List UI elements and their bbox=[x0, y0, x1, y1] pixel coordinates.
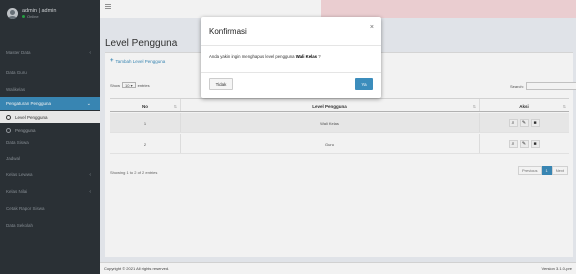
close-icon[interactable]: × bbox=[370, 24, 374, 31]
confirm-dialog: Konfirmasi × Anda yakin ingin menghapus … bbox=[201, 17, 381, 98]
divider bbox=[201, 72, 381, 73]
dialog-message-target: Wali Kelas bbox=[295, 54, 318, 59]
dialog-message-prefix: Anda yakin ingin menghapus level penggun… bbox=[209, 54, 296, 59]
confirm-button[interactable]: Ya bbox=[355, 78, 373, 90]
dialog-title: Konfirmasi bbox=[209, 27, 247, 36]
cancel-button[interactable]: Tidak bbox=[209, 78, 233, 90]
dialog-message-suffix: ? bbox=[317, 54, 321, 59]
dialog-message: Anda yakin ingin menghapus level penggun… bbox=[209, 54, 321, 59]
divider bbox=[201, 45, 381, 46]
